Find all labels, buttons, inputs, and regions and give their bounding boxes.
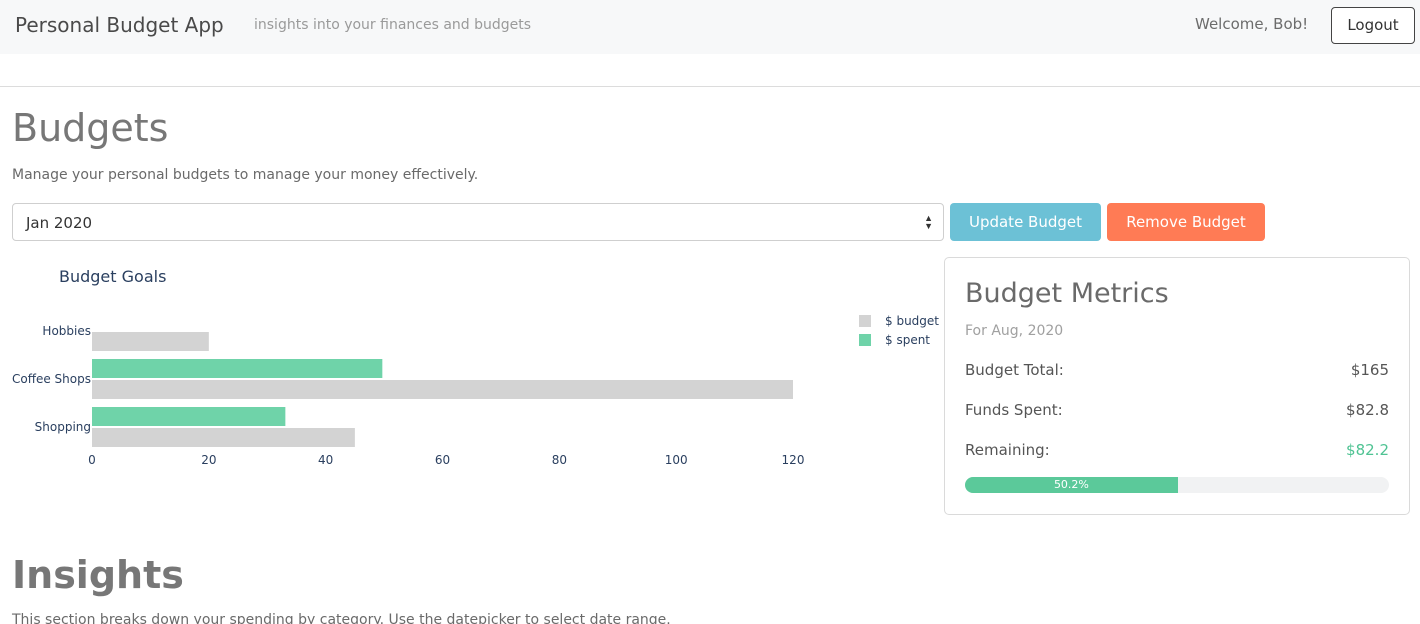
budget-progress-bar: 50.2% xyxy=(965,477,1389,493)
category-label: Hobbies xyxy=(42,324,91,338)
metrics-title: Budget Metrics xyxy=(965,278,1169,309)
metric-value: $165 xyxy=(1350,361,1389,379)
insights-title: Insights xyxy=(12,553,184,597)
month-select[interactable]: Jan 2020 ▲ ▼ xyxy=(12,203,944,241)
brand-tagline: insights into your finances and budgets xyxy=(254,17,532,33)
chart-svg: Budget Goals Hobbies Coffee Shops Shopping 0… xyxy=(12,267,939,467)
brand-title[interactable]: Personal Budget App xyxy=(15,13,224,37)
category-label: Shopping xyxy=(35,420,91,434)
month-select-value: Jan 2020 xyxy=(26,214,93,232)
metric-label: Remaining: xyxy=(965,441,1050,459)
chart-title: Budget Goals xyxy=(59,267,166,286)
metric-label: Budget Total: xyxy=(965,361,1064,379)
metrics-subtitle: For Aug, 2020 xyxy=(965,323,1064,339)
navbar: Personal Budget App insights into your f… xyxy=(0,0,1420,54)
legend-swatch xyxy=(859,334,871,346)
bar-budget xyxy=(92,380,793,399)
metric-row-remaining: Remaining: $82.2 xyxy=(965,441,1389,461)
budget-metrics-card: Budget Metrics For Aug, 2020 Budget Tota… xyxy=(944,257,1410,515)
metric-value: $82.8 xyxy=(1346,401,1389,419)
x-tick-label: 0 xyxy=(88,453,96,467)
select-caret-icon: ▲ ▼ xyxy=(924,213,933,231)
category-label: Coffee Shops xyxy=(12,372,91,386)
page-title: Budgets xyxy=(12,106,169,150)
metric-label: Funds Spent: xyxy=(965,401,1063,419)
metric-row-funds-spent: Funds Spent: $82.8 xyxy=(965,401,1389,421)
legend-label: $ budget xyxy=(885,314,939,328)
x-tick-label: 120 xyxy=(782,453,805,467)
logout-button[interactable]: Logout xyxy=(1331,7,1415,44)
remove-budget-button[interactable]: Remove Budget xyxy=(1107,203,1265,241)
bar-spent xyxy=(92,407,286,426)
metric-row-budget-total: Budget Total: $165 xyxy=(965,361,1389,381)
bar-budget xyxy=(92,332,209,351)
page-description: Manage your personal budgets to manage y… xyxy=(12,167,479,183)
x-tick-label: 100 xyxy=(665,453,688,467)
x-tick-label: 80 xyxy=(552,453,567,467)
bar-budget xyxy=(92,428,355,447)
legend-label: $ spent xyxy=(885,333,930,347)
budget-goals-chart: Budget Goals Hobbies Coffee Shops Shopping 0… xyxy=(0,258,944,478)
update-budget-button[interactable]: Update Budget xyxy=(950,203,1101,241)
x-tick-label: 40 xyxy=(318,453,333,467)
legend-swatch xyxy=(859,315,871,327)
welcome-text: Welcome, Bob! xyxy=(1195,15,1309,33)
progress-fill: 50.2% xyxy=(965,477,1178,493)
x-tick-label: 60 xyxy=(435,453,450,467)
insights-description: This section breaks down your spending b… xyxy=(12,612,671,624)
x-tick-label: 20 xyxy=(201,453,216,467)
bar-spent xyxy=(92,359,383,378)
section-divider xyxy=(0,86,1420,87)
metric-value: $82.2 xyxy=(1346,441,1389,459)
